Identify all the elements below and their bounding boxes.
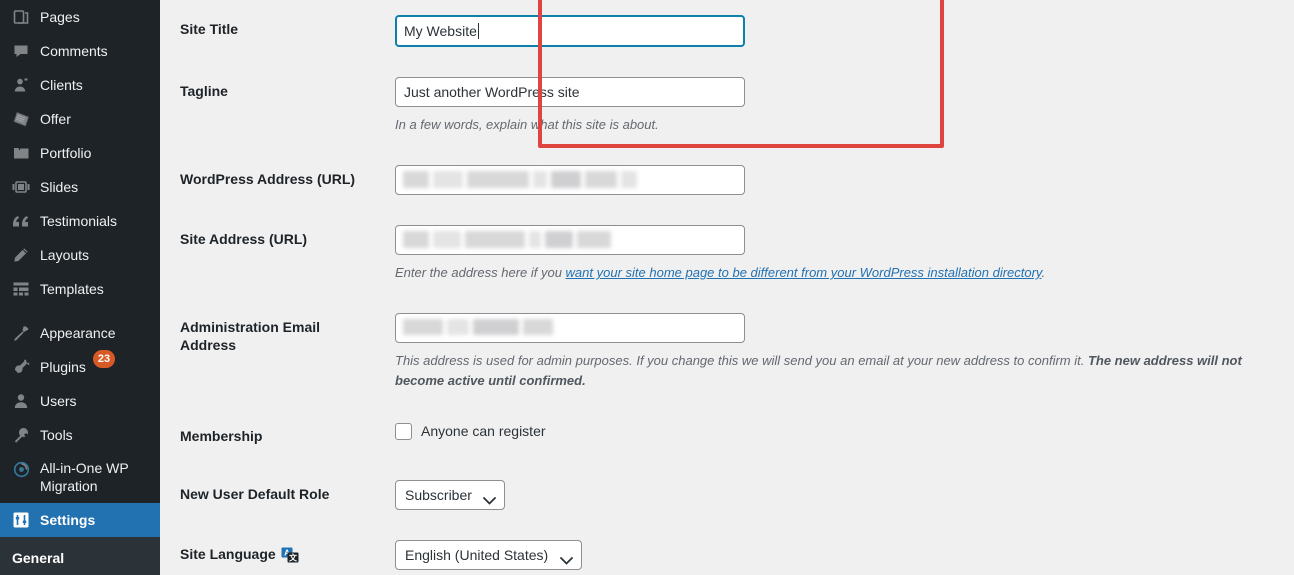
sidebar-item-label: Offer xyxy=(40,111,71,127)
home-page-help-link[interactable]: want your site home page to be different… xyxy=(566,265,1042,280)
label-site-address: Site Address (URL) xyxy=(180,231,308,248)
label-site-language: Site Language A 文 xyxy=(160,525,385,575)
sidebar-item-appearance[interactable]: Appearance xyxy=(0,316,160,350)
site-language-label-text: Site Language xyxy=(180,545,276,562)
sidebar-item-label: Appearance xyxy=(40,325,116,341)
label-wordpress-address: WordPress Address (URL) xyxy=(180,171,356,188)
label-membership: Membership xyxy=(180,427,263,444)
tagline-description: In a few words, explain what this site i… xyxy=(395,117,659,132)
sidebar-item-slides[interactable]: Slides xyxy=(0,170,160,204)
site-title-value: My Website xyxy=(404,23,477,39)
plugins-icon xyxy=(11,350,31,384)
new-user-default-role-select[interactable]: Subscriber xyxy=(395,479,505,510)
new-user-role-select-wrap: Subscriber xyxy=(395,479,505,510)
label-site-title: Site Title xyxy=(180,21,239,37)
label-new-user-default-role: New User Default Role xyxy=(180,485,330,502)
comments-icon xyxy=(11,34,31,68)
sidebar-item-label: Pages xyxy=(40,9,80,25)
appearance-icon xyxy=(11,316,31,350)
desc-text-after: . xyxy=(1041,265,1046,281)
portfolio-icon xyxy=(11,136,31,170)
sidebar-item-label: Testimonials xyxy=(40,213,118,229)
sidebar-item-label: Users xyxy=(40,393,77,409)
row-wordpress-address: WordPress Address (URL) xyxy=(160,150,1294,210)
slides-icon xyxy=(11,170,31,204)
translation-icon: A文 xyxy=(281,547,299,567)
site-title-input[interactable]: My Website xyxy=(395,15,745,47)
tools-icon xyxy=(11,418,31,452)
clients-icon xyxy=(11,68,31,102)
admin-email-input[interactable] xyxy=(395,313,745,344)
sidebar-item-settings[interactable]: Settings xyxy=(0,503,160,537)
settings-table: Site Title My Website Tagline Just anoth… xyxy=(160,0,1294,575)
tagline-input[interactable]: Just another WordPress site xyxy=(395,77,745,107)
sidebar-item-label: Plugins xyxy=(40,359,86,375)
membership-checkbox-row[interactable]: Anyone can register xyxy=(395,422,1284,442)
svg-text:文: 文 xyxy=(289,552,298,562)
label-admin-email: Administration Email Address xyxy=(180,319,321,354)
sidebar-item-layouts[interactable]: Layouts xyxy=(0,238,160,272)
row-new-user-default-role: New User Default Role Subscriber xyxy=(160,465,1294,525)
site-address-description: Enter the address here if you want your … xyxy=(395,263,1275,283)
row-membership: Membership Anyone can register xyxy=(160,407,1294,465)
sidebar-item-portfolio[interactable]: Portfolio xyxy=(0,136,160,170)
desc-text-before: Enter the address here if you xyxy=(395,265,566,281)
wordpress-address-input[interactable] xyxy=(395,165,745,196)
sidebar-item-label: Layouts xyxy=(40,247,90,263)
desc-text-before: This address is used for admin purposes.… xyxy=(395,353,1088,369)
row-site-language: Site Language A 文 English (United States) xyxy=(160,525,1294,575)
sidebar-item-comments[interactable]: Comments xyxy=(0,34,160,68)
redacted-url-value xyxy=(403,231,615,249)
sidebar-item-label: Portfolio xyxy=(40,145,92,161)
sidebar-item-tools[interactable]: Tools xyxy=(0,418,160,452)
sidebar-item-pages[interactable]: Pages xyxy=(0,0,160,34)
label-tagline: Tagline xyxy=(180,83,228,99)
site-language-select-wrap: English (United States) xyxy=(395,539,582,570)
text-caret xyxy=(477,23,479,39)
admin-email-description: This address is used for admin purposes.… xyxy=(395,351,1275,391)
migration-icon xyxy=(11,459,31,479)
anyone-can-register-checkbox[interactable] xyxy=(395,423,412,441)
settings-submenu: General xyxy=(0,537,160,575)
sidebar-item-label: Settings xyxy=(40,512,96,528)
row-site-title: Site Title My Website xyxy=(160,0,1294,62)
sidebar-item-testimonials[interactable]: Testimonials xyxy=(0,204,160,238)
admin-sidebar: Pages Comments Clients Offer Portfolio S… xyxy=(0,0,160,575)
sidebar-item-all-in-one-wp-migration[interactable]: All-in-One WP Migration xyxy=(0,452,160,503)
sidebar-item-label: Clients xyxy=(40,77,83,93)
anyone-can-register-label: Anyone can register xyxy=(421,423,546,440)
sidebar-item-label: Tools xyxy=(40,427,73,443)
sidebar-item-offer[interactable]: Offer xyxy=(0,102,160,136)
templates-icon xyxy=(11,272,31,306)
settings-icon xyxy=(11,503,31,537)
row-site-address: Site Address (URL) Enter the address her… xyxy=(160,210,1294,298)
wordpress-admin-screen: Pages Comments Clients Offer Portfolio S… xyxy=(0,0,1294,575)
sidebar-item-clients[interactable]: Clients xyxy=(0,68,160,102)
general-settings-form: Site Title My Website Tagline Just anoth… xyxy=(160,0,1294,575)
sidebar-item-plugins[interactable]: Plugins 23 xyxy=(0,350,160,384)
offer-icon xyxy=(11,102,31,136)
sidebar-item-users[interactable]: Users xyxy=(0,384,160,418)
redacted-email-value xyxy=(403,319,557,337)
sidebar-item-label: Slides xyxy=(40,179,79,195)
site-address-input[interactable] xyxy=(395,225,745,256)
row-admin-email: Administration Email Address This addres… xyxy=(160,298,1294,406)
sidebar-item-label: Comments xyxy=(40,43,108,59)
redacted-url-value xyxy=(403,171,641,189)
layouts-icon xyxy=(11,238,31,272)
row-tagline: Tagline Just another WordPress site In a… xyxy=(160,62,1294,150)
tagline-value: Just another WordPress site xyxy=(404,84,580,100)
sidebar-item-templates[interactable]: Templates xyxy=(0,272,160,306)
plugins-update-badge: 23 xyxy=(92,350,116,368)
sidebar-item-label: All-in-One WP Migration xyxy=(40,460,129,494)
users-icon xyxy=(11,384,31,418)
submenu-item-general[interactable]: General xyxy=(0,543,160,573)
sidebar-item-label: Templates xyxy=(40,281,104,297)
site-language-select[interactable]: English (United States) xyxy=(395,539,582,570)
testimonials-icon xyxy=(11,204,31,238)
pages-icon xyxy=(11,0,31,34)
